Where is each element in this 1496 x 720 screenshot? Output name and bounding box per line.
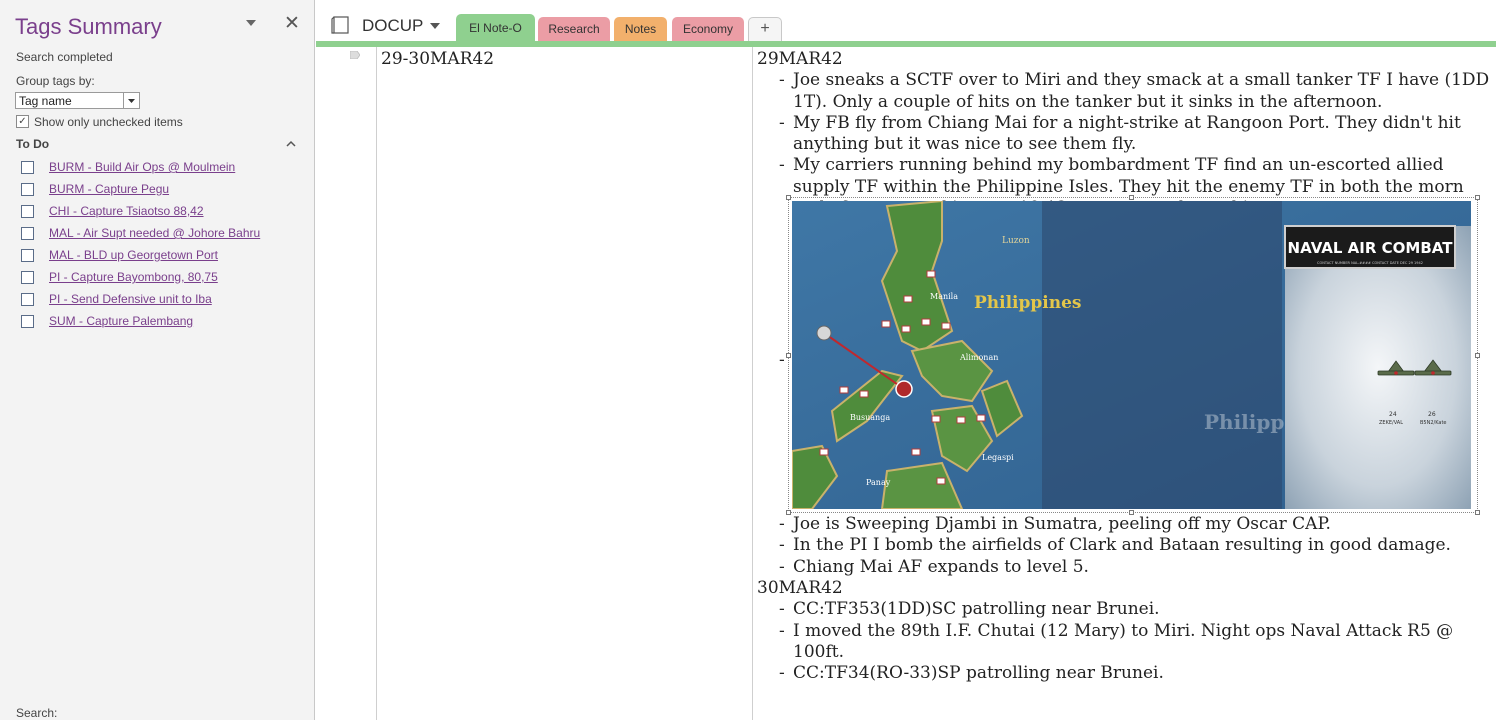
unit-name: B5N2/Kate	[1420, 420, 1447, 426]
todo-checkbox[interactable]	[21, 205, 34, 218]
notebook-header: DOCUP El Note-O Research Notes Economy +	[316, 0, 1496, 47]
todo-link[interactable]: PI - Send Defensive unit to Iba	[49, 292, 212, 306]
bullet-dash: -	[779, 514, 785, 535]
unit-count: 26	[1428, 411, 1436, 418]
list-item-text: My FB fly from Chiang Mai for a night-st…	[793, 112, 1461, 155]
map-label: Panay	[866, 478, 891, 487]
day-heading[interactable]: 30MAR42	[757, 578, 1492, 599]
bullet-dash: -	[779, 535, 785, 556]
list-item-text: I moved the 89th I.F. Chutai (12 Mary) t…	[793, 620, 1454, 662]
resize-handle[interactable]	[1129, 195, 1134, 201]
tab-el-note-o[interactable]: El Note-O	[456, 14, 535, 42]
todo-link[interactable]: MAL - Air Supt needed @ Johore Bahru	[49, 226, 260, 240]
chevron-down-icon[interactable]	[430, 23, 440, 29]
bullet-dash: -	[779, 556, 785, 577]
bullet-dash: -	[779, 663, 785, 684]
add-section-button[interactable]: +	[748, 17, 782, 41]
dropdown-arrow-icon[interactable]	[123, 93, 139, 108]
tab-notes[interactable]: Notes	[614, 17, 667, 41]
map-label: Alimonan	[959, 353, 998, 362]
chevron-down-icon[interactable]	[244, 16, 258, 30]
pane-title: Tags Summary	[15, 14, 162, 39]
bullet-dash: -	[779, 155, 785, 176]
todo-checkbox[interactable]	[21, 249, 34, 262]
resize-handle[interactable]	[1475, 195, 1480, 201]
todo-checkbox[interactable]	[21, 315, 34, 328]
todo-link[interactable]: PI - Capture Bayombong, 80,75	[49, 270, 218, 284]
day-heading[interactable]: 29MAR42	[757, 49, 1492, 70]
image-list-item[interactable]: - Luzon Philippines Manila Alimonan Busu…	[757, 195, 1492, 516]
search-label: Search:	[16, 706, 58, 720]
tags-summary-pane: Tags Summary ✕ Search completed Group ta…	[0, 0, 315, 720]
todo-checkbox[interactable]	[21, 293, 34, 306]
list-item[interactable]: - Joe sneaks a SCTF over to Miri and they…	[757, 70, 1492, 113]
todo-link[interactable]: MAL - BLD up Georgetown Port	[49, 248, 218, 262]
todo-link[interactable]: BURM - Build Air Ops @ Moulmein	[49, 160, 235, 174]
chevron-up-icon[interactable]	[286, 140, 296, 148]
show-unchecked-label: Show only unchecked items	[34, 115, 183, 129]
todo-checkbox[interactable]	[21, 161, 34, 174]
map-label: Luzon	[1002, 236, 1030, 246]
resize-handle[interactable]	[786, 353, 791, 359]
todo-link[interactable]: SUM - Capture Palembang	[49, 314, 193, 328]
list-item-text: Joe is Sweeping Djambi in Sumatra, peeli…	[793, 514, 1331, 535]
map-label: Legaspi	[982, 453, 1014, 462]
combat-subtitle: CONTACT NUMBER NAL-#### CONTACT DATE DEC…	[1317, 261, 1423, 265]
bullet-dash: -	[779, 350, 785, 371]
paragraph-handle-icon[interactable]	[350, 51, 360, 59]
list-item-text: CC:TF34(RO-33)SP patrolling near Brunei.	[793, 663, 1164, 684]
group-by-select[interactable]: Tag name	[15, 92, 140, 109]
naval-air-combat-screenshot[interactable]: Luzon Philippines Manila Alimonan Busuan…	[792, 201, 1471, 510]
map-label: Philippines	[974, 293, 1082, 313]
todo-checkbox[interactable]	[21, 183, 34, 196]
list-item[interactable]: - My FB fly from Chiang Mai for a night-s…	[757, 113, 1492, 156]
map-label: Busuanga	[850, 413, 890, 422]
tab-economy[interactable]: Economy	[672, 17, 744, 41]
date-range-cell[interactable]: 29-30MAR42	[381, 49, 494, 69]
resize-handle[interactable]	[786, 195, 791, 201]
show-unchecked-checkbox[interactable]: ✓	[16, 115, 29, 128]
list-item-text: Chiang Mai AF expands to level 5.	[793, 556, 1089, 577]
list-item[interactable]: -I moved the 89th I.F. Chutai (12 Mary) …	[757, 621, 1492, 664]
bullet-dash: -	[779, 70, 785, 91]
bullet-dash: -	[779, 599, 785, 620]
list-item[interactable]: - My carriers running behind my bombardme…	[757, 155, 1492, 218]
close-icon[interactable]: ✕	[284, 14, 300, 33]
combat-title: NAVAL AIR COMBAT	[1288, 239, 1454, 257]
list-item[interactable]: - Chiang Mai AF expands to level 5.	[757, 557, 1492, 578]
note-page[interactable]: 29-30MAR42 29MAR42 - Joe sneaks a SCTF ov…	[316, 47, 1496, 720]
list-item-text: Joe sneaks a SCTF over to Miri and they …	[793, 70, 1490, 112]
notebook-name[interactable]: DOCUP	[362, 16, 423, 36]
tab-research[interactable]: Research	[538, 17, 610, 41]
table-border	[752, 47, 753, 720]
map-label: Manila	[930, 292, 958, 301]
unit-name: ZEKE/VAL	[1379, 420, 1403, 426]
bullet-dash: -	[779, 112, 785, 133]
notebook-icon[interactable]	[330, 16, 350, 34]
table-border	[376, 47, 377, 720]
search-status: Search completed	[16, 50, 113, 64]
todo-link[interactable]: BURM - Capture Pegu	[49, 182, 169, 196]
list-item[interactable]: - Joe is Sweeping Djambi in Sumatra, peel…	[757, 514, 1492, 535]
todo-checkbox[interactable]	[21, 271, 34, 284]
group-by-label: Group tags by:	[16, 74, 95, 88]
list-item[interactable]: - CC:TF353(1DD)SC patrolling near Brunei.	[757, 599, 1492, 620]
todo-link[interactable]: CHI - Capture Tsiaotso 88,42	[49, 204, 204, 218]
todo-checkbox[interactable]	[21, 227, 34, 240]
list-item-text: CC:TF353(1DD)SC patrolling near Brunei.	[793, 599, 1160, 620]
journal-entries[interactable]: 29MAR42 - Joe sneaks a SCTF over to Miri …	[757, 49, 1492, 684]
list-item[interactable]: - In the PI I bomb the airfields of Clark…	[757, 535, 1492, 556]
list-item-text: In the PI I bomb the airfields of Clark …	[793, 535, 1451, 556]
resize-handle[interactable]	[1475, 353, 1480, 359]
bullet-dash: -	[779, 620, 785, 641]
todo-section-title[interactable]: To Do	[16, 137, 49, 151]
group-by-value: Tag name	[19, 94, 72, 108]
list-item[interactable]: - CC:TF34(RO-33)SP patrolling near Brunei…	[757, 663, 1492, 684]
unit-count: 24	[1389, 411, 1397, 418]
